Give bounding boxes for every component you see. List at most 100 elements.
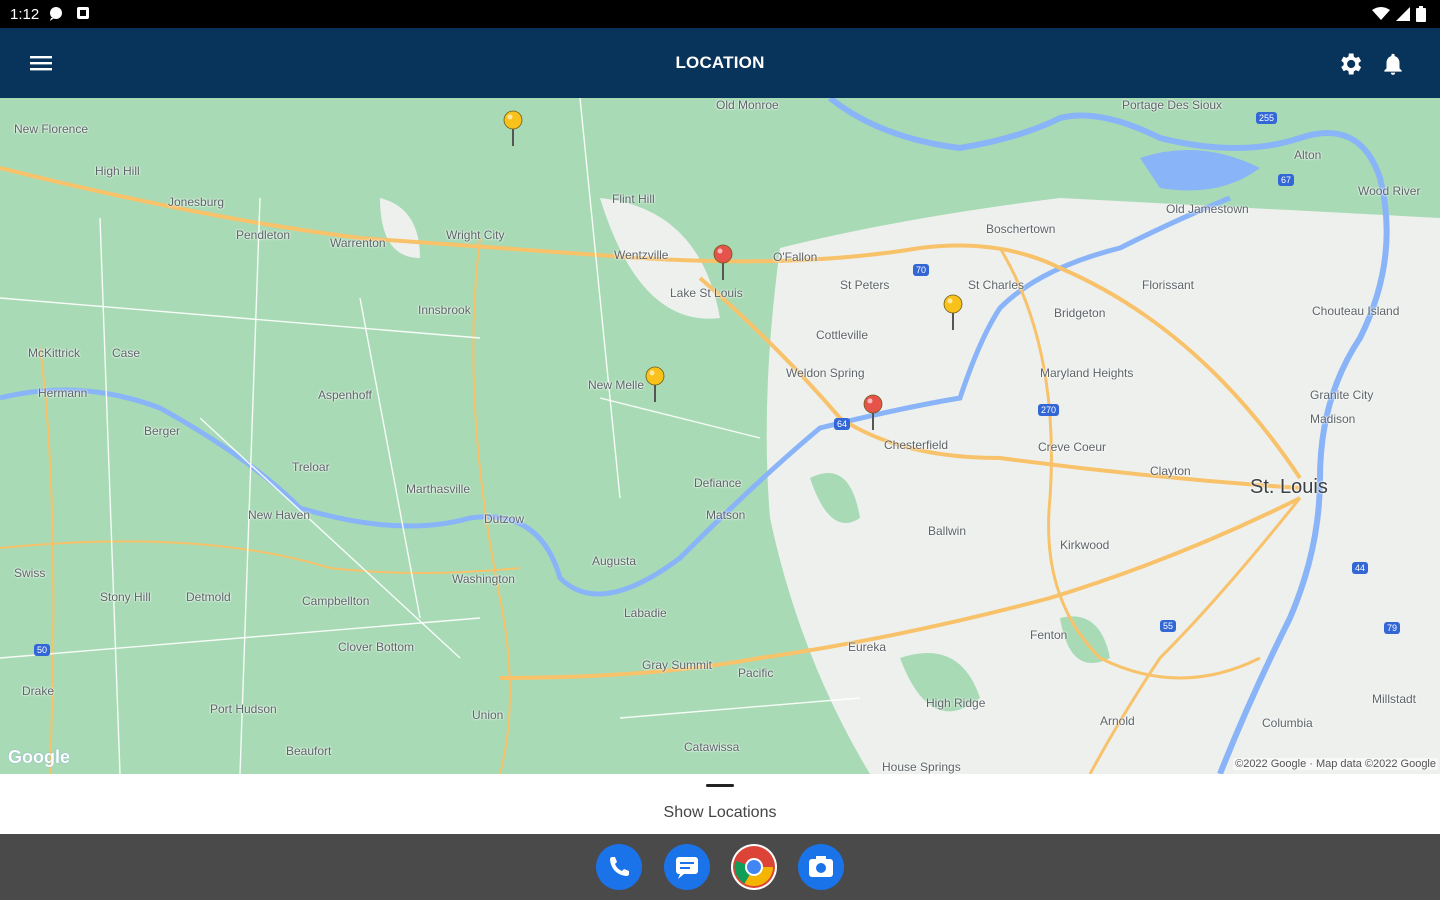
page-title: LOCATION (675, 53, 765, 72)
place-label: Defiance (694, 476, 742, 490)
place-label: Port Hudson (210, 702, 277, 716)
place-label: St Peters (840, 278, 890, 292)
place-label: Case (112, 346, 141, 360)
place-label: Fenton (1030, 628, 1068, 642)
place-label: Catawissa (684, 740, 740, 754)
place-label: High Hill (95, 164, 140, 178)
place-label: Detmold (186, 590, 231, 604)
battery-icon (1416, 6, 1426, 22)
place-label: Old Jamestown (1166, 202, 1249, 216)
notifications-bell-icon[interactable] (1380, 50, 1406, 78)
place-label: Cottleville (816, 328, 869, 342)
place-label: Alton (1294, 148, 1322, 162)
chrome-app-icon[interactable] (731, 844, 777, 890)
status-bar: 1:12 (0, 0, 1440, 28)
place-label: Warrenton (330, 236, 386, 250)
place-label: Granite City (1310, 388, 1374, 402)
messages-app-icon[interactable] (664, 844, 710, 890)
app-bar: LOCATION (0, 28, 1440, 98)
place-label: House Springs (882, 760, 961, 774)
place-label: Wright City (446, 228, 505, 242)
place-label: New Melle (588, 378, 645, 392)
route-shield: 70 (913, 264, 930, 276)
place-label: High Ridge (926, 696, 986, 710)
state-road (39, 347, 55, 774)
location-marker-red[interactable] (712, 244, 734, 282)
place-label: O'Fallon (773, 250, 818, 264)
place-label: Chesterfield (884, 438, 949, 452)
place-label: Creve Coeur (1038, 440, 1107, 454)
place-label: Augusta (592, 554, 637, 568)
route-shield: 79 (1384, 622, 1401, 634)
place-label: Old Monroe (716, 98, 779, 112)
place-label: Weldon Spring (786, 366, 865, 380)
place-label: Clover Bottom (338, 640, 415, 654)
route-shield: 44 (1352, 562, 1369, 574)
state-road (0, 540, 521, 574)
map-attribution[interactable]: ©2022 Google · Map data ©2022 Google (1233, 758, 1438, 770)
place-label: Jonesburg (168, 195, 225, 209)
cell-signal-icon (1396, 7, 1410, 21)
place-label: Maryland Heights (1040, 366, 1134, 380)
camera-app-icon[interactable] (798, 844, 844, 890)
place-label: Wood River (1358, 184, 1421, 198)
route-shield: 67 (1278, 174, 1295, 186)
place-label: Arnold (1100, 714, 1135, 728)
place-label: Eureka (848, 640, 887, 654)
route-shield: 270 (1038, 404, 1060, 416)
place-label: Union (472, 708, 504, 722)
place-label: Chouteau Island (1312, 304, 1400, 318)
place-label: Beaufort (286, 744, 332, 758)
place-label: Millstadt (1372, 692, 1417, 706)
route-shield: 50 (34, 644, 51, 656)
place-label: Gray Summit (642, 658, 713, 672)
place-label: Hermann (38, 386, 88, 400)
place-label: Campbellton (302, 594, 370, 608)
place-label: Boschertown (986, 222, 1056, 236)
place-label: Stony Hill (100, 590, 151, 604)
place-label: Flint Hill (612, 192, 655, 206)
place-label: Columbia (1262, 716, 1313, 730)
place-label: Bridgeton (1054, 306, 1106, 320)
place-label: Clayton (1150, 464, 1191, 478)
place-label: Kirkwood (1060, 538, 1110, 552)
place-label: Labadie (624, 606, 667, 620)
locations-bottom-sheet[interactable]: Show Locations (0, 774, 1440, 834)
place-label: New Florence (14, 122, 89, 136)
app-dock (0, 834, 1440, 900)
settings-gear-icon[interactable] (1336, 50, 1364, 78)
google-logo: Google (8, 747, 70, 767)
place-label: Drake (22, 684, 55, 698)
place-label: Portage Des Sioux (1122, 98, 1223, 112)
place-label: Wentzville (614, 248, 669, 262)
place-label: Treloar (292, 460, 330, 474)
place-label: Washington (452, 572, 515, 586)
state-road (472, 237, 511, 774)
location-marker-yellow[interactable] (502, 110, 524, 148)
place-label: Ballwin (928, 524, 967, 538)
show-locations-button[interactable]: Show Locations (0, 804, 1440, 822)
route-shield: 55 (1160, 620, 1177, 632)
place-label: Lake St Louis (670, 286, 743, 300)
place-label: New Haven (248, 508, 311, 522)
chat-notification-icon (50, 7, 62, 21)
location-marker-red[interactable] (862, 394, 884, 432)
route-shield: 255 (1256, 112, 1278, 124)
status-icons (1372, 6, 1426, 22)
phone-app-icon[interactable] (596, 844, 642, 890)
place-label: Aspenhoff (318, 388, 372, 402)
place-label: Swiss (14, 566, 46, 580)
place-label: McKittrick (28, 346, 80, 360)
place-label: Dutzow (484, 512, 525, 526)
status-time: 1:12 (10, 6, 40, 23)
place-label: Berger (144, 424, 181, 438)
water-body (1140, 150, 1260, 191)
app-notification-icon (77, 7, 89, 19)
map-view[interactable]: New Florence High Hill Jonesburg Pendleton W… (0, 98, 1440, 774)
location-marker-yellow[interactable] (942, 294, 964, 332)
sheet-drag-handle[interactable] (706, 784, 734, 787)
wifi-icon (1372, 7, 1390, 20)
place-label: Matson (706, 508, 746, 522)
place-label: Pendleton (236, 228, 291, 242)
location-marker-yellow[interactable] (644, 366, 666, 404)
